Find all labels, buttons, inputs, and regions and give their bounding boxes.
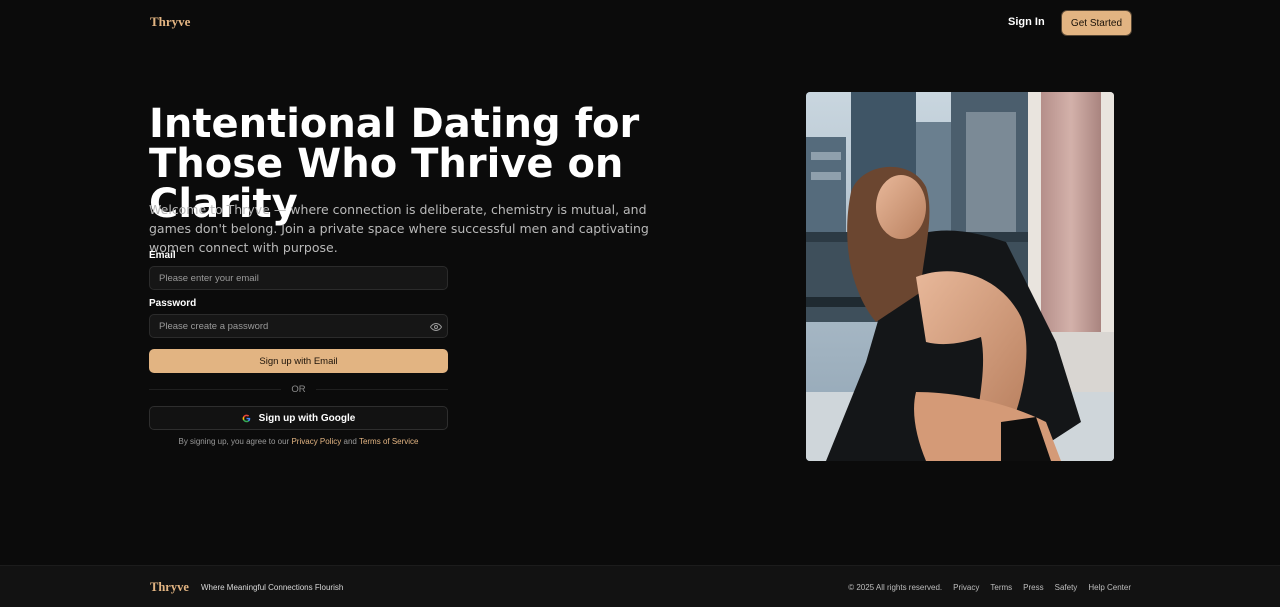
footer-link-safety[interactable]: Safety bbox=[1055, 583, 1078, 592]
divider-line-right bbox=[315, 388, 448, 390]
brand-logo[interactable]: Thryve bbox=[150, 14, 190, 30]
password-label: Password bbox=[149, 298, 197, 309]
footer-link-privacy[interactable]: Privacy bbox=[953, 583, 979, 592]
hero-photo bbox=[806, 92, 1114, 461]
sign-in-link[interactable]: Sign In bbox=[1008, 16, 1045, 28]
get-started-button[interactable]: Get Started bbox=[1062, 11, 1131, 35]
footer-link-help-center[interactable]: Help Center bbox=[1088, 583, 1131, 592]
password-field-wrapper bbox=[149, 314, 448, 338]
terms-of-service-link[interactable]: Terms of Service bbox=[359, 437, 419, 446]
top-nav: Thryve Sign In Get Started bbox=[0, 0, 1280, 44]
or-divider: OR bbox=[149, 383, 448, 395]
email-field-wrapper bbox=[149, 266, 448, 290]
divider-line-left bbox=[149, 388, 282, 390]
signup-email-button[interactable]: Sign up with Email bbox=[149, 349, 448, 373]
footer-logo[interactable]: Thryve bbox=[150, 580, 189, 595]
eye-icon[interactable] bbox=[429, 320, 443, 332]
email-input[interactable] bbox=[150, 267, 447, 289]
page: Thryve Sign In Get Started Intentional D… bbox=[0, 0, 1280, 607]
footer-tagline: Where Meaningful Connections Flourish bbox=[201, 583, 344, 592]
google-button-label: Sign up with Google bbox=[258, 412, 356, 424]
footer: Thryve Where Meaningful Connections Flou… bbox=[0, 565, 1280, 607]
footer-link-terms[interactable]: Terms bbox=[990, 583, 1012, 592]
or-text: OR bbox=[291, 383, 306, 395]
email-label: Email bbox=[149, 250, 176, 261]
signup-google-button[interactable]: Sign up with Google bbox=[149, 406, 448, 430]
footer-copyright: © 2025 All rights reserved. bbox=[848, 583, 943, 592]
footer-link-press[interactable]: Press bbox=[1023, 583, 1043, 592]
google-g-icon bbox=[242, 414, 251, 423]
signup-form: Email Password Sign up with Email OR bbox=[149, 250, 448, 446]
footer-links: © 2025 All rights reserved. Privacy Term… bbox=[848, 583, 1131, 592]
hero-subtitle: Welcome to Thryve — where connection is … bbox=[149, 202, 649, 255]
privacy-policy-link[interactable]: Privacy Policy bbox=[291, 437, 341, 446]
terms-notice: By signing up, you agree to our Privacy … bbox=[149, 437, 448, 446]
terms-and: and bbox=[343, 437, 357, 446]
terms-prefix: By signing up, you agree to our bbox=[178, 437, 290, 446]
password-input[interactable] bbox=[150, 315, 447, 337]
